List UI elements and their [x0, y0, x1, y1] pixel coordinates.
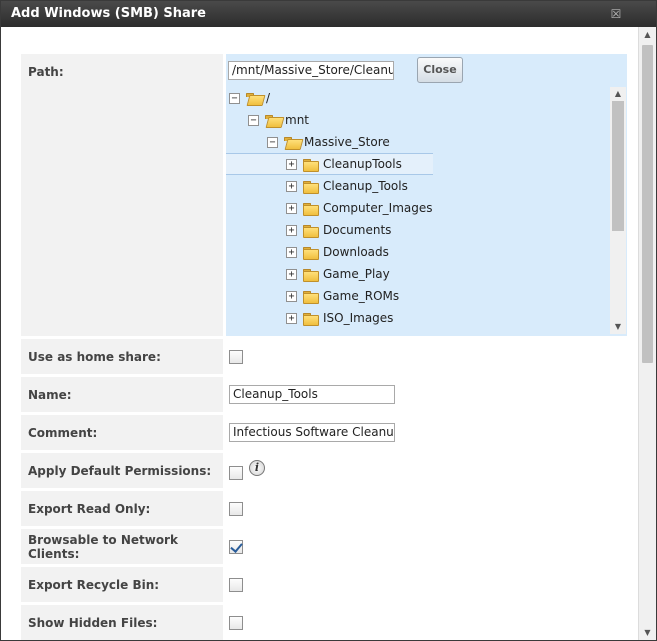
dialog-scroll-thumb[interactable]	[642, 45, 653, 363]
recycle-bin-row: Export Recycle Bin:	[21, 567, 627, 602]
tree-node-label: Downloads	[323, 245, 389, 259]
tree-node-label: CleanupTools	[323, 157, 402, 171]
read-only-checkbox[interactable]	[229, 501, 243, 516]
expand-icon[interactable]: +	[286, 224, 297, 236]
info-icon[interactable]: i	[249, 460, 265, 476]
tree-node[interactable]: + Game_ROMs	[286, 285, 399, 307]
tree-node[interactable]: + ISO_Images	[286, 307, 393, 329]
expand-icon[interactable]: +	[286, 312, 297, 324]
expand-icon[interactable]: +	[286, 290, 297, 302]
collapse-icon[interactable]: −	[229, 92, 240, 104]
home-share-checkbox[interactable]	[229, 349, 243, 364]
hidden-files-row: Show Hidden Files:	[21, 605, 627, 640]
browsable-label: Browsable to Network Clients:	[21, 529, 223, 564]
collapse-icon[interactable]: −	[248, 114, 259, 126]
folder-open-icon	[284, 136, 298, 148]
comment-row: Comment: Infectious Software Cleanup	[21, 415, 627, 450]
tree-node[interactable]: + Computer_Images	[286, 197, 433, 219]
expand-icon[interactable]: +	[286, 180, 297, 192]
path-panel: /mnt/Massive_Store/CleanupTools Close −/…	[226, 54, 627, 336]
folder-icon	[303, 180, 319, 194]
add-smb-share-dialog: Add Windows (SMB) Share ☒ Path: /mnt/Mas…	[0, 0, 657, 641]
read-only-label: Export Read Only:	[21, 491, 223, 526]
tree-node[interactable]: + CleanupTools	[226, 153, 433, 175]
tree-node-label: Game_ROMs	[323, 289, 400, 303]
collapse-icon[interactable]: −	[267, 136, 278, 148]
home-share-row: Use as home share:	[21, 339, 627, 374]
default-permissions-row: Apply Default Permissions: i	[21, 453, 627, 488]
tree-scroll-up-icon[interactable]: ▲	[610, 87, 626, 101]
tree-node-label: Computer_Images	[323, 201, 433, 215]
expand-icon[interactable]: +	[286, 202, 297, 214]
hidden-files-checkbox[interactable]	[229, 615, 243, 630]
folder-icon	[303, 290, 319, 304]
tree-node-label: mnt	[285, 113, 309, 127]
read-only-row: Export Read Only:	[21, 491, 627, 526]
tree-node-label: Game_Play	[323, 267, 390, 281]
folder-icon	[303, 202, 319, 216]
recycle-bin-label: Export Recycle Bin:	[21, 567, 223, 602]
tree-node[interactable]: − /	[229, 87, 270, 109]
name-row: Name: Cleanup_Tools	[21, 377, 627, 412]
dialog-titlebar[interactable]: Add Windows (SMB) Share	[1, 1, 656, 27]
name-label: Name:	[21, 377, 223, 412]
dialog-content: Path: /mnt/Massive_Store/CleanupTools Cl…	[1, 27, 637, 640]
tree-node[interactable]: +Media	[286, 329, 359, 334]
tree-node-label: ISO_Images	[323, 311, 394, 325]
folder-icon	[303, 312, 319, 326]
scroll-down-icon[interactable]: ▼	[639, 625, 656, 640]
browsable-checkbox[interactable]	[229, 539, 243, 554]
name-input[interactable]: Cleanup_Tools	[229, 385, 395, 404]
home-share-label: Use as home share:	[21, 339, 223, 374]
tree-node-label: Documents	[323, 223, 392, 237]
close-button[interactable]: Close	[417, 57, 463, 83]
hidden-files-label: Show Hidden Files:	[21, 605, 223, 640]
tree-node[interactable]: + Downloads	[286, 241, 389, 263]
tree-node[interactable]: + Game_Play	[286, 263, 390, 285]
expand-icon[interactable]: +	[286, 246, 297, 258]
path-input[interactable]: /mnt/Massive_Store/CleanupTools	[228, 61, 394, 80]
folder-open-icon	[265, 114, 279, 126]
directory-tree[interactable]: − / − mnt − Massive_Store + CleanupTools + Cleanu…	[226, 87, 610, 334]
path-label: Path:	[21, 54, 223, 336]
folder-icon	[303, 224, 319, 238]
folder-open-icon	[246, 92, 260, 104]
tree-node-label: Cleanup_Tools	[323, 179, 408, 193]
dialog-scrollbar[interactable]: ▲ ▼	[638, 27, 656, 640]
path-row: Path: /mnt/Massive_Store/CleanupTools Cl…	[21, 54, 627, 336]
tree-scroll-thumb[interactable]	[612, 101, 624, 231]
tree-scroll-down-icon[interactable]: ▼	[610, 320, 626, 334]
tree-node[interactable]: − Massive_Store	[267, 131, 390, 153]
tree-scrollbar[interactable]: ▲ ▼	[610, 87, 626, 334]
close-icon[interactable]: ☒	[608, 1, 624, 27]
tree-node-label: Massive_Store	[304, 135, 390, 149]
default-permissions-checkbox[interactable]	[229, 466, 243, 480]
tree-node-label: /	[266, 91, 271, 105]
tree-node[interactable]: + Cleanup_Tools	[286, 175, 408, 197]
tree-node[interactable]: − mnt	[248, 109, 309, 131]
comment-input[interactable]: Infectious Software Cleanup	[229, 423, 395, 442]
dialog-title: Add Windows (SMB) Share	[11, 6, 206, 21]
scroll-up-icon[interactable]: ▲	[639, 27, 656, 43]
default-permissions-label: Apply Default Permissions:	[21, 453, 223, 488]
folder-icon	[303, 268, 319, 282]
folder-icon	[303, 158, 319, 172]
expand-icon[interactable]: +	[286, 268, 297, 280]
recycle-bin-checkbox[interactable]	[229, 577, 243, 592]
comment-label: Comment:	[21, 415, 223, 450]
expand-icon[interactable]: +	[286, 158, 297, 170]
tree-node-label: Media	[323, 333, 359, 334]
browsable-row: Browsable to Network Clients:	[21, 529, 627, 564]
tree-node[interactable]: + Documents	[286, 219, 391, 241]
folder-icon	[303, 246, 319, 260]
